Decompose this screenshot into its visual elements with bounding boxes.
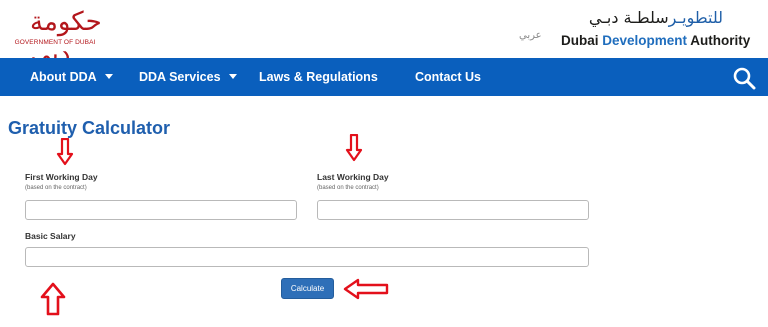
nav-item-contact-us[interactable]: Contact Us bbox=[415, 58, 481, 96]
chevron-down-icon bbox=[228, 74, 237, 80]
nav-item-laws-regulations[interactable]: Laws & Regulations bbox=[259, 58, 378, 96]
page-title: Gratuity Calculator bbox=[8, 118, 171, 138]
up-arrow-annotation-icon bbox=[40, 282, 66, 316]
last-working-day-label: Last Working Day bbox=[317, 172, 389, 182]
arabic-language-link[interactable]: عربي bbox=[519, 30, 542, 41]
nav-item-label: Laws & Regulations bbox=[259, 70, 378, 84]
dda-logo-english: Dubai Development Authority bbox=[561, 33, 750, 48]
nav-item-dda-services[interactable]: DDA Services bbox=[139, 58, 237, 96]
basic-salary-input[interactable] bbox=[25, 247, 589, 267]
calculate-button[interactable]: Calculate bbox=[281, 278, 334, 299]
nav-item-label: About DDA bbox=[30, 70, 97, 84]
dda-logo-arabic-black: سلطـة دبـي bbox=[588, 8, 669, 27]
dda-logo-arabic-blue: للتطويـر bbox=[668, 8, 723, 27]
dda-logo-en-part1: Dubai bbox=[561, 33, 603, 48]
down-arrow-annotation-icon bbox=[345, 134, 363, 162]
left-arrow-annotation-icon bbox=[343, 278, 389, 300]
government-of-dubai-logo[interactable]: حكومة دبي GOVERNMENT OF DUBAI bbox=[8, 6, 102, 69]
basic-salary-label: Basic Salary bbox=[25, 231, 76, 241]
nav-item-label: DDA Services bbox=[139, 70, 221, 84]
gov-logo-text: GOVERNMENT OF DUBAI bbox=[14, 39, 96, 46]
dda-logo[interactable]: للتطويـرسلطـة دبـي Dubai Development Aut… bbox=[561, 8, 761, 52]
first-working-day-label: First Working Day bbox=[25, 172, 98, 182]
nav-item-label: Contact Us bbox=[415, 70, 481, 84]
first-working-day-hint: (based on the contract) bbox=[25, 185, 87, 191]
dda-logo-en-part3: Authority bbox=[687, 33, 751, 48]
dda-logo-arabic: للتطويـرسلطـة دبـي bbox=[589, 8, 723, 28]
down-arrow-annotation-icon bbox=[56, 138, 74, 166]
search-icon[interactable] bbox=[732, 66, 756, 90]
last-working-day-input[interactable] bbox=[317, 200, 589, 220]
first-working-day-input[interactable] bbox=[25, 200, 297, 220]
nav-item-about-dda[interactable]: About DDA bbox=[30, 58, 113, 96]
page: حكومة دبي GOVERNMENT OF DUBAI عربي للتطو… bbox=[0, 0, 768, 327]
main-nav: About DDA DDA Services Laws & Regulation… bbox=[0, 58, 768, 96]
dda-logo-en-part2: Development bbox=[602, 33, 688, 48]
site-header: حكومة دبي GOVERNMENT OF DUBAI عربي للتطو… bbox=[0, 0, 768, 69]
chevron-down-icon bbox=[104, 74, 113, 80]
last-working-day-hint: (based on the contract) bbox=[317, 185, 379, 191]
